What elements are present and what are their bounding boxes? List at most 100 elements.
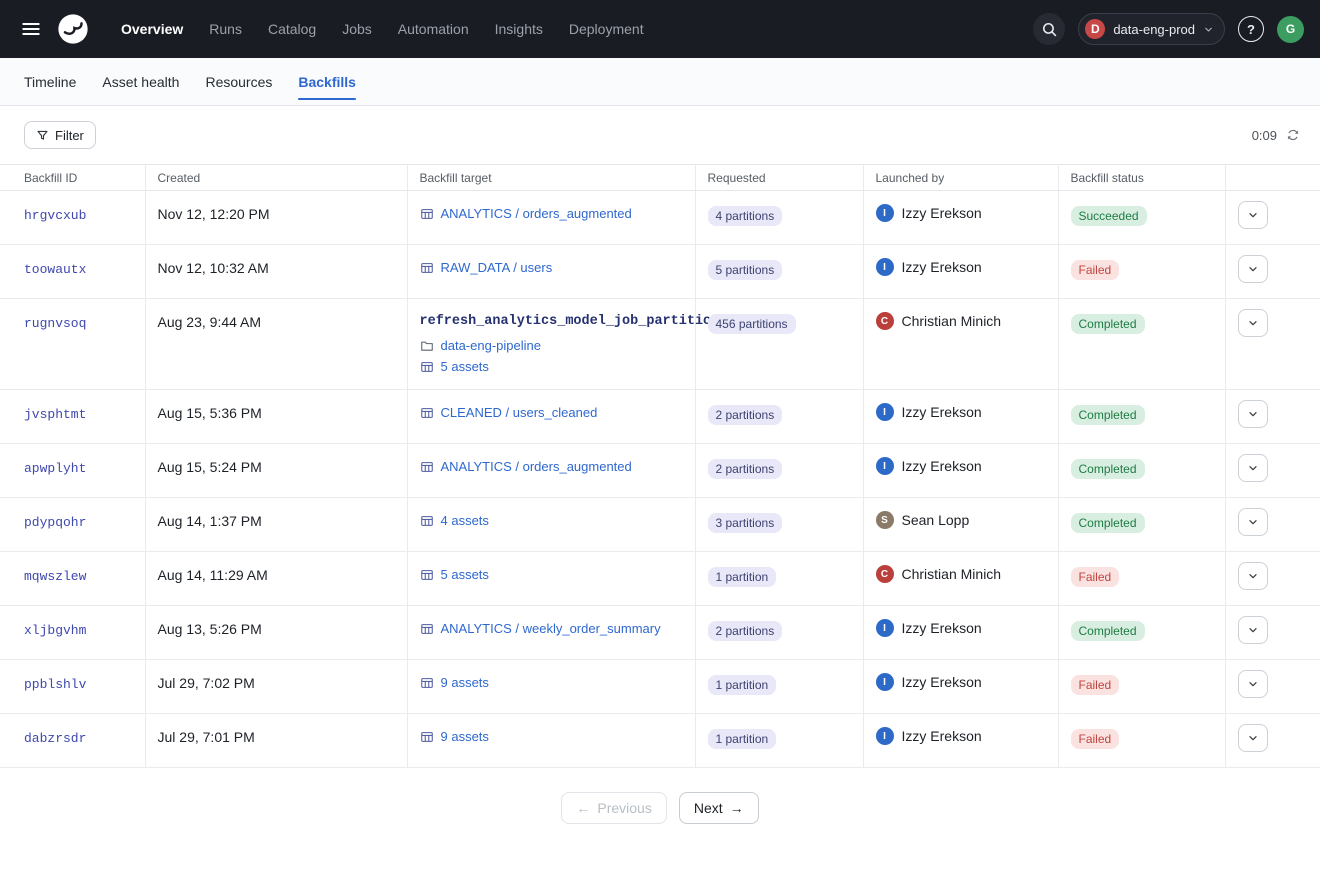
target-cell: CLEANED / users_cleaned [420, 405, 683, 420]
status-badge: Completed [1071, 621, 1145, 641]
launcher-avatar: I [876, 727, 894, 745]
target-cell: ANALYTICS / weekly_order_summary [420, 621, 683, 636]
target-link[interactable]: 9 assets [441, 675, 489, 690]
row-actions-button[interactable] [1238, 201, 1268, 229]
table-row: jvsphtmt Aug 15, 5:36 PM CLEANED / users… [0, 390, 1320, 444]
launched-by-cell: I Izzy Erekson [876, 204, 1046, 222]
chevron-down-icon [1247, 408, 1259, 420]
row-actions-button[interactable] [1238, 616, 1268, 644]
table-icon [420, 360, 434, 374]
tab-backfills[interactable]: Backfills [298, 58, 356, 105]
requested-badge: 2 partitions [708, 459, 783, 479]
backfill-id-link[interactable]: pdypqohr [24, 515, 86, 530]
table-body: hrgvcxub Nov 12, 12:20 PM ANALYTICS / or… [0, 191, 1320, 768]
tab-timeline[interactable]: Timeline [24, 58, 76, 105]
row-actions-button[interactable] [1238, 508, 1268, 536]
target-cell: 5 assets [420, 567, 683, 582]
table-row: apwplyht Aug 15, 5:24 PM ANALYTICS / ord… [0, 444, 1320, 498]
requested-badge: 456 partitions [708, 314, 796, 334]
target-link[interactable]: 4 assets [441, 513, 489, 528]
hamburger-icon [20, 18, 42, 40]
launcher-name: Izzy Erekson [902, 458, 982, 474]
nav-item-overview[interactable]: Overview [108, 0, 196, 58]
target-link[interactable]: ANALYTICS / weekly_order_summary [441, 621, 661, 636]
nav-item-catalog[interactable]: Catalog [255, 0, 329, 58]
row-actions-button[interactable] [1238, 400, 1268, 428]
nav-item-insights[interactable]: Insights [482, 0, 556, 58]
target-link[interactable]: 9 assets [441, 729, 489, 744]
search-button[interactable] [1033, 13, 1065, 45]
table-icon [420, 514, 434, 528]
table-icon [420, 730, 434, 744]
deployment-name: data-eng-prod [1113, 22, 1195, 37]
chevron-down-icon [1247, 263, 1259, 275]
arrow-left-icon: ← [576, 800, 590, 816]
backfill-id-link[interactable]: rugnvsoq [24, 316, 86, 331]
nav-item-runs[interactable]: Runs [196, 0, 255, 58]
launcher-avatar: I [876, 457, 894, 475]
row-actions-button[interactable] [1238, 255, 1268, 283]
row-actions-button[interactable] [1238, 454, 1268, 482]
deployment-switcher[interactable]: D data-eng-prod [1078, 13, 1225, 45]
tab-resources[interactable]: Resources [205, 58, 272, 105]
nav-item-automation[interactable]: Automation [385, 0, 482, 58]
chevron-down-icon [1247, 570, 1259, 582]
nav-item-deployment[interactable]: Deployment [556, 0, 657, 58]
row-actions-button[interactable] [1238, 309, 1268, 337]
backfill-id-link[interactable]: xljbgvhm [24, 623, 86, 638]
backfill-id-link[interactable]: apwplyht [24, 461, 86, 476]
requested-badge: 2 partitions [708, 405, 783, 425]
launcher-avatar: I [876, 403, 894, 421]
requested-badge: 1 partition [708, 675, 777, 695]
table-icon [420, 622, 434, 636]
table-icon [420, 568, 434, 582]
launcher-name: Izzy Erekson [902, 205, 982, 221]
backfill-id-link[interactable]: toowautx [24, 262, 86, 277]
target-link[interactable]: RAW_DATA / users [441, 260, 553, 275]
dagster-logo-icon[interactable] [56, 12, 90, 46]
launched-by-cell: I Izzy Erekson [876, 457, 1046, 475]
backfill-id-link[interactable]: jvsphtmt [24, 407, 86, 422]
target-link[interactable]: CLEANED / users_cleaned [441, 405, 598, 420]
launcher-name: Izzy Erekson [902, 259, 982, 275]
primary-nav: OverviewRunsCatalogJobsAutomationInsight… [108, 0, 657, 58]
target-link[interactable]: data-eng-pipeline [441, 338, 541, 353]
target-link[interactable]: ANALYTICS / orders_augmented [441, 459, 632, 474]
help-label: ? [1247, 22, 1255, 37]
table-header-row: Backfill ID Created Backfill target Requ… [0, 165, 1320, 191]
filter-button[interactable]: Filter [24, 121, 96, 149]
table-icon [420, 676, 434, 690]
tab-asset-health[interactable]: Asset health [102, 58, 179, 105]
next-page-button[interactable]: Next → [679, 792, 759, 824]
table-row: hrgvcxub Nov 12, 12:20 PM ANALYTICS / or… [0, 191, 1320, 245]
chevron-down-icon [1247, 317, 1259, 329]
created-text: Aug 15, 5:36 PM [158, 405, 262, 421]
refresh-icon[interactable] [1286, 128, 1300, 142]
target-link[interactable]: 5 assets [441, 567, 489, 582]
col-header-created: Created [145, 165, 407, 191]
row-actions-button[interactable] [1238, 724, 1268, 752]
target-link[interactable]: ANALYTICS / orders_augmented [441, 206, 632, 221]
target-link[interactable]: 5 assets [441, 359, 489, 374]
row-actions-button[interactable] [1238, 562, 1268, 590]
backfill-id-link[interactable]: mqwszlew [24, 569, 86, 584]
nav-item-jobs[interactable]: Jobs [329, 0, 385, 58]
previous-page-button[interactable]: ← Previous [561, 792, 666, 824]
backfill-id-link[interactable]: dabzrsdr [24, 731, 86, 746]
status-badge: Failed [1071, 729, 1120, 749]
backfill-id-link[interactable]: hrgvcxub [24, 208, 86, 223]
job-partition-set-link[interactable]: refresh_analytics_model_job_partition_se… [420, 314, 683, 329]
col-header-actions [1225, 165, 1320, 191]
row-actions-button[interactable] [1238, 670, 1268, 698]
help-button[interactable]: ? [1238, 16, 1264, 42]
backfill-id-link[interactable]: ppblshlv [24, 677, 86, 692]
target-cell: ANALYTICS / orders_augmented [420, 459, 683, 474]
launched-by-cell: I Izzy Erekson [876, 727, 1046, 745]
hamburger-menu-button[interactable] [16, 14, 46, 44]
launched-by-cell: I Izzy Erekson [876, 403, 1046, 421]
launched-by-cell: I Izzy Erekson [876, 258, 1046, 276]
launcher-avatar: I [876, 258, 894, 276]
launcher-name: Izzy Erekson [902, 728, 982, 744]
user-avatar[interactable]: G [1277, 16, 1304, 43]
target-cell: ANALYTICS / orders_augmented [420, 206, 683, 221]
